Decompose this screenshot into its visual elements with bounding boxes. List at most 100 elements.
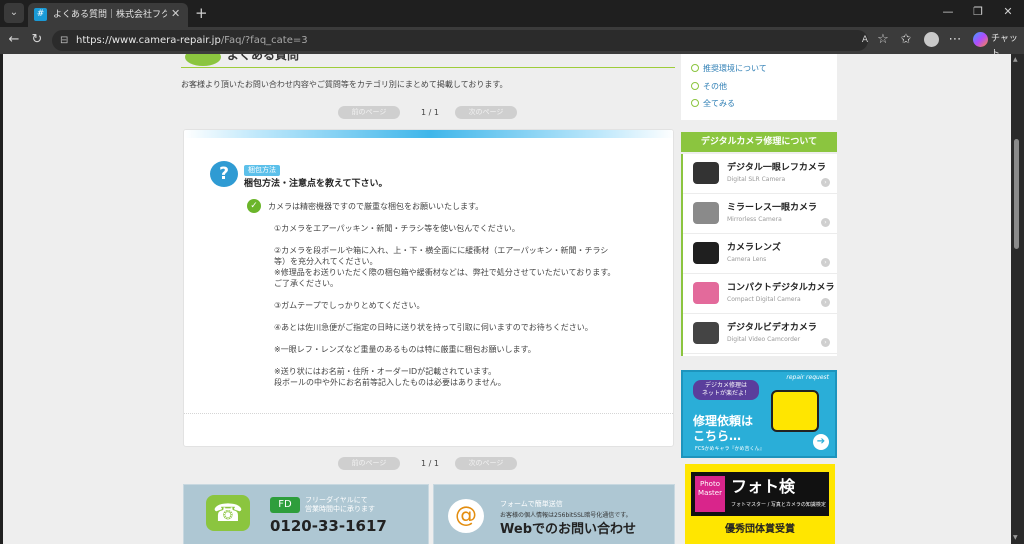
camera-category-item[interactable]: コンパクトデジタルカメラ Compact Digital Camera ›: [683, 274, 837, 314]
scroll-up-arrow-icon[interactable]: ▲: [1013, 56, 1018, 63]
next-page-button[interactable]: 次のページ: [455, 457, 517, 470]
camera-thumbnail-icon: [693, 322, 719, 344]
camera-category-name: デジタルビデオカメラ: [727, 323, 817, 333]
intro-text: お客様より頂いたお問い合わせ内容やご質問等をカテゴリ別にまとめて掲載しております…: [181, 80, 508, 89]
camera-category-item[interactable]: デジタルビデオカメラ Digital Video Camcorder ›: [683, 314, 837, 354]
camera-category-subtitle: Mirrorless Camera: [727, 216, 782, 223]
tab-actions-menu-icon[interactable]: ⌄: [4, 3, 24, 23]
repair-banner-tag: repair request: [786, 374, 829, 381]
mail-icon: @: [448, 499, 484, 533]
freedial-logo: FD: [270, 497, 300, 513]
photo-kentei-title: フォト検: [731, 477, 796, 496]
link-arrow-icon: [691, 64, 699, 72]
browser-tab-bar: ⌄ # よくある質問｜株式会社フクイカメラサ ✕ + — ❐ ✕: [0, 0, 1024, 27]
faq-card: ? 梱包方法 梱包方法・注意点を教えて下さい。 ✓ カメラは精密機器ですので厳重…: [183, 129, 674, 447]
answer-line: [268, 355, 648, 366]
answer-line: ※一眼レフ・レンズなど重量のあるものは特に厳重に梱包お願いします。: [274, 345, 536, 354]
next-page-button[interactable]: 次のページ: [455, 106, 517, 119]
go-arrow-icon: ➔: [813, 434, 829, 450]
card-divider: [184, 413, 673, 414]
camera-category-item[interactable]: ミラーレス一眼カメラ Mirrorless Camera ›: [683, 194, 837, 234]
answer-body: カメラは精密機器ですので厳重な梱包をお願いいたします。 ①カメラをエアーパッキン・…: [268, 201, 648, 388]
page-viewport: よくある質問 お客様より頂いたお問い合わせ内容やご質問等をカテゴリ別にまとめて掲…: [3, 54, 1011, 544]
camera-category-item[interactable]: カメラレンズ Camera Lens ›: [683, 234, 837, 274]
camera-thumbnail-icon: [693, 282, 719, 304]
freedial-banner[interactable]: ☎ FD フリーダイヤルにて 営業時間中に承ります 0120-33-1617: [183, 484, 429, 544]
new-tab-button[interactable]: +: [195, 3, 208, 23]
question-icon: ?: [210, 161, 238, 187]
camera-category-subtitle: Compact Digital Camera: [727, 296, 801, 303]
scrollbar-thumb[interactable]: [1014, 139, 1019, 249]
answer-line: 等）を充分入れてください。: [274, 257, 378, 266]
repair-banner-title: 修理依頼は こちら…: [693, 414, 754, 443]
favorites-icon[interactable]: ✩: [897, 32, 915, 48]
card-stripe: [184, 130, 673, 138]
sidebar-link[interactable]: 推奨環境について: [691, 63, 767, 74]
photo-kentei-banner[interactable]: Photo Master フォト検 フォトマスター / 写真とカメラの知識検定 …: [685, 464, 835, 544]
heading-bubble-icon: [185, 54, 221, 66]
repair-request-banner[interactable]: repair request デジカメ修理は ネットが楽だよ！ 修理依頼は こち…: [681, 370, 837, 458]
read-aloud-icon[interactable]: A: [856, 32, 874, 48]
camera-thumbnail-icon: [693, 202, 719, 224]
browser-tab[interactable]: # よくある質問｜株式会社フクイカメラサ ✕: [28, 3, 188, 27]
answer-line: ご了承ください。: [274, 279, 338, 288]
more-menu-icon[interactable]: ⋯: [946, 32, 964, 48]
camera-category-list: デジタル一眼レフカメラ Digital SLR Camera › ミラーレス一眼カメラ…: [681, 154, 837, 356]
page-number: 1 / 1: [421, 459, 439, 468]
chevron-right-icon: ›: [821, 298, 830, 307]
camera-repair-section-title: デジタルカメラ修理について: [681, 132, 837, 152]
chevron-right-icon: ›: [821, 338, 830, 347]
profile-avatar[interactable]: [924, 32, 939, 47]
camera-category-name: カメラレンズ: [727, 243, 781, 253]
prev-page-button[interactable]: 前のページ: [338, 106, 400, 119]
camera-category-item[interactable]: デジタル一眼レフカメラ Digital SLR Camera ›: [683, 154, 837, 194]
answer-line: [268, 311, 648, 322]
answer-line: カメラは精密機器ですので厳重な梱包をお願いいたします。: [268, 202, 484, 211]
restore-button[interactable]: ❐: [968, 4, 988, 20]
web-inquiry-subtitle: フォームで簡単送信: [500, 500, 563, 508]
url-text[interactable]: https://www.camera-repair.jp/Faq/?faq_ca…: [76, 33, 308, 48]
camera-category-subtitle: Digital SLR Camera: [727, 176, 786, 183]
camera-character-icon: [771, 390, 819, 432]
minimize-button[interactable]: —: [938, 4, 958, 20]
photo-kentei-panel: Photo Master フォト検 フォトマスター / 写真とカメラの知識検定: [691, 472, 829, 516]
refresh-icon[interactable]: ↻: [28, 32, 46, 48]
sidebar-faq-links: 推奨環境について その他 全てみる: [681, 54, 837, 120]
chevron-right-icon: ›: [821, 258, 830, 267]
page-heading: よくある質問: [181, 54, 675, 68]
link-arrow-icon: [691, 99, 699, 107]
page-scrollbar[interactable]: ▲ ▼: [1011, 54, 1024, 544]
tab-close-icon[interactable]: ✕: [171, 7, 180, 21]
browser-toolbar: ← ↻ ⊟ https://www.camera-repair.jp/Faq/?…: [0, 27, 1024, 59]
address-bar[interactable]: ⊟ https://www.camera-repair.jp/Faq/?faq_…: [52, 30, 868, 51]
scroll-down-arrow-icon[interactable]: ▼: [1013, 534, 1018, 541]
page-number: 1 / 1: [421, 108, 439, 117]
web-inquiry-banner[interactable]: @ フォームで簡単送信 お客様の個人情報は256bitSSL暗号化通信です。 W…: [433, 484, 675, 544]
back-arrow-icon[interactable]: ←: [5, 32, 23, 48]
close-window-button[interactable]: ✕: [998, 4, 1018, 20]
sidebar-link[interactable]: その他: [691, 81, 727, 92]
favorite-star-icon[interactable]: ☆: [874, 32, 892, 48]
prev-page-button[interactable]: 前のページ: [338, 457, 400, 470]
site-info-icon[interactable]: ⊟: [60, 33, 68, 48]
question-title: 梱包方法・注意点を教えて下さい。: [244, 179, 388, 189]
copilot-icon[interactable]: [973, 32, 988, 47]
pager-bottom: 前のページ 1 / 1 次のページ: [338, 457, 520, 470]
award-text: 優秀団体賞受賞: [725, 524, 795, 535]
camera-category-name: ミラーレス一眼カメラ: [727, 203, 818, 213]
page-title: よくある質問: [227, 54, 300, 62]
ssl-note: お客様の個人情報は256bitSSL暗号化通信です。: [500, 512, 632, 519]
photo-kentei-subtitle: フォトマスター / 写真とカメラの知識検定: [731, 502, 826, 508]
chevron-right-icon: ›: [821, 178, 830, 187]
sidebar-link[interactable]: 全てみる: [691, 98, 735, 109]
answer-line: ④あとは佐川急便がご指定の日時に送り状を持って引取に伺いますのでお待ちください。: [274, 323, 593, 332]
camera-thumbnail-icon: [693, 242, 719, 264]
web-inquiry-title: Webでのお問い合わせ: [500, 522, 636, 537]
category-badge: 梱包方法: [244, 165, 280, 176]
answer-line: ※送り状にはお名前・住所・オーダーIDが記載されています。: [274, 367, 497, 376]
repair-banner-bubble: デジカメ修理は ネットが楽だよ！: [693, 380, 759, 400]
answer-line: ②カメラを段ボールや箱に入れ、上・下・横全面にに緩衝材（エアーパッキン・新聞・チ…: [274, 246, 609, 255]
camera-category-subtitle: Camera Lens: [727, 256, 767, 263]
pager-top: 前のページ 1 / 1 次のページ: [338, 106, 520, 119]
answer-line: [268, 234, 648, 245]
